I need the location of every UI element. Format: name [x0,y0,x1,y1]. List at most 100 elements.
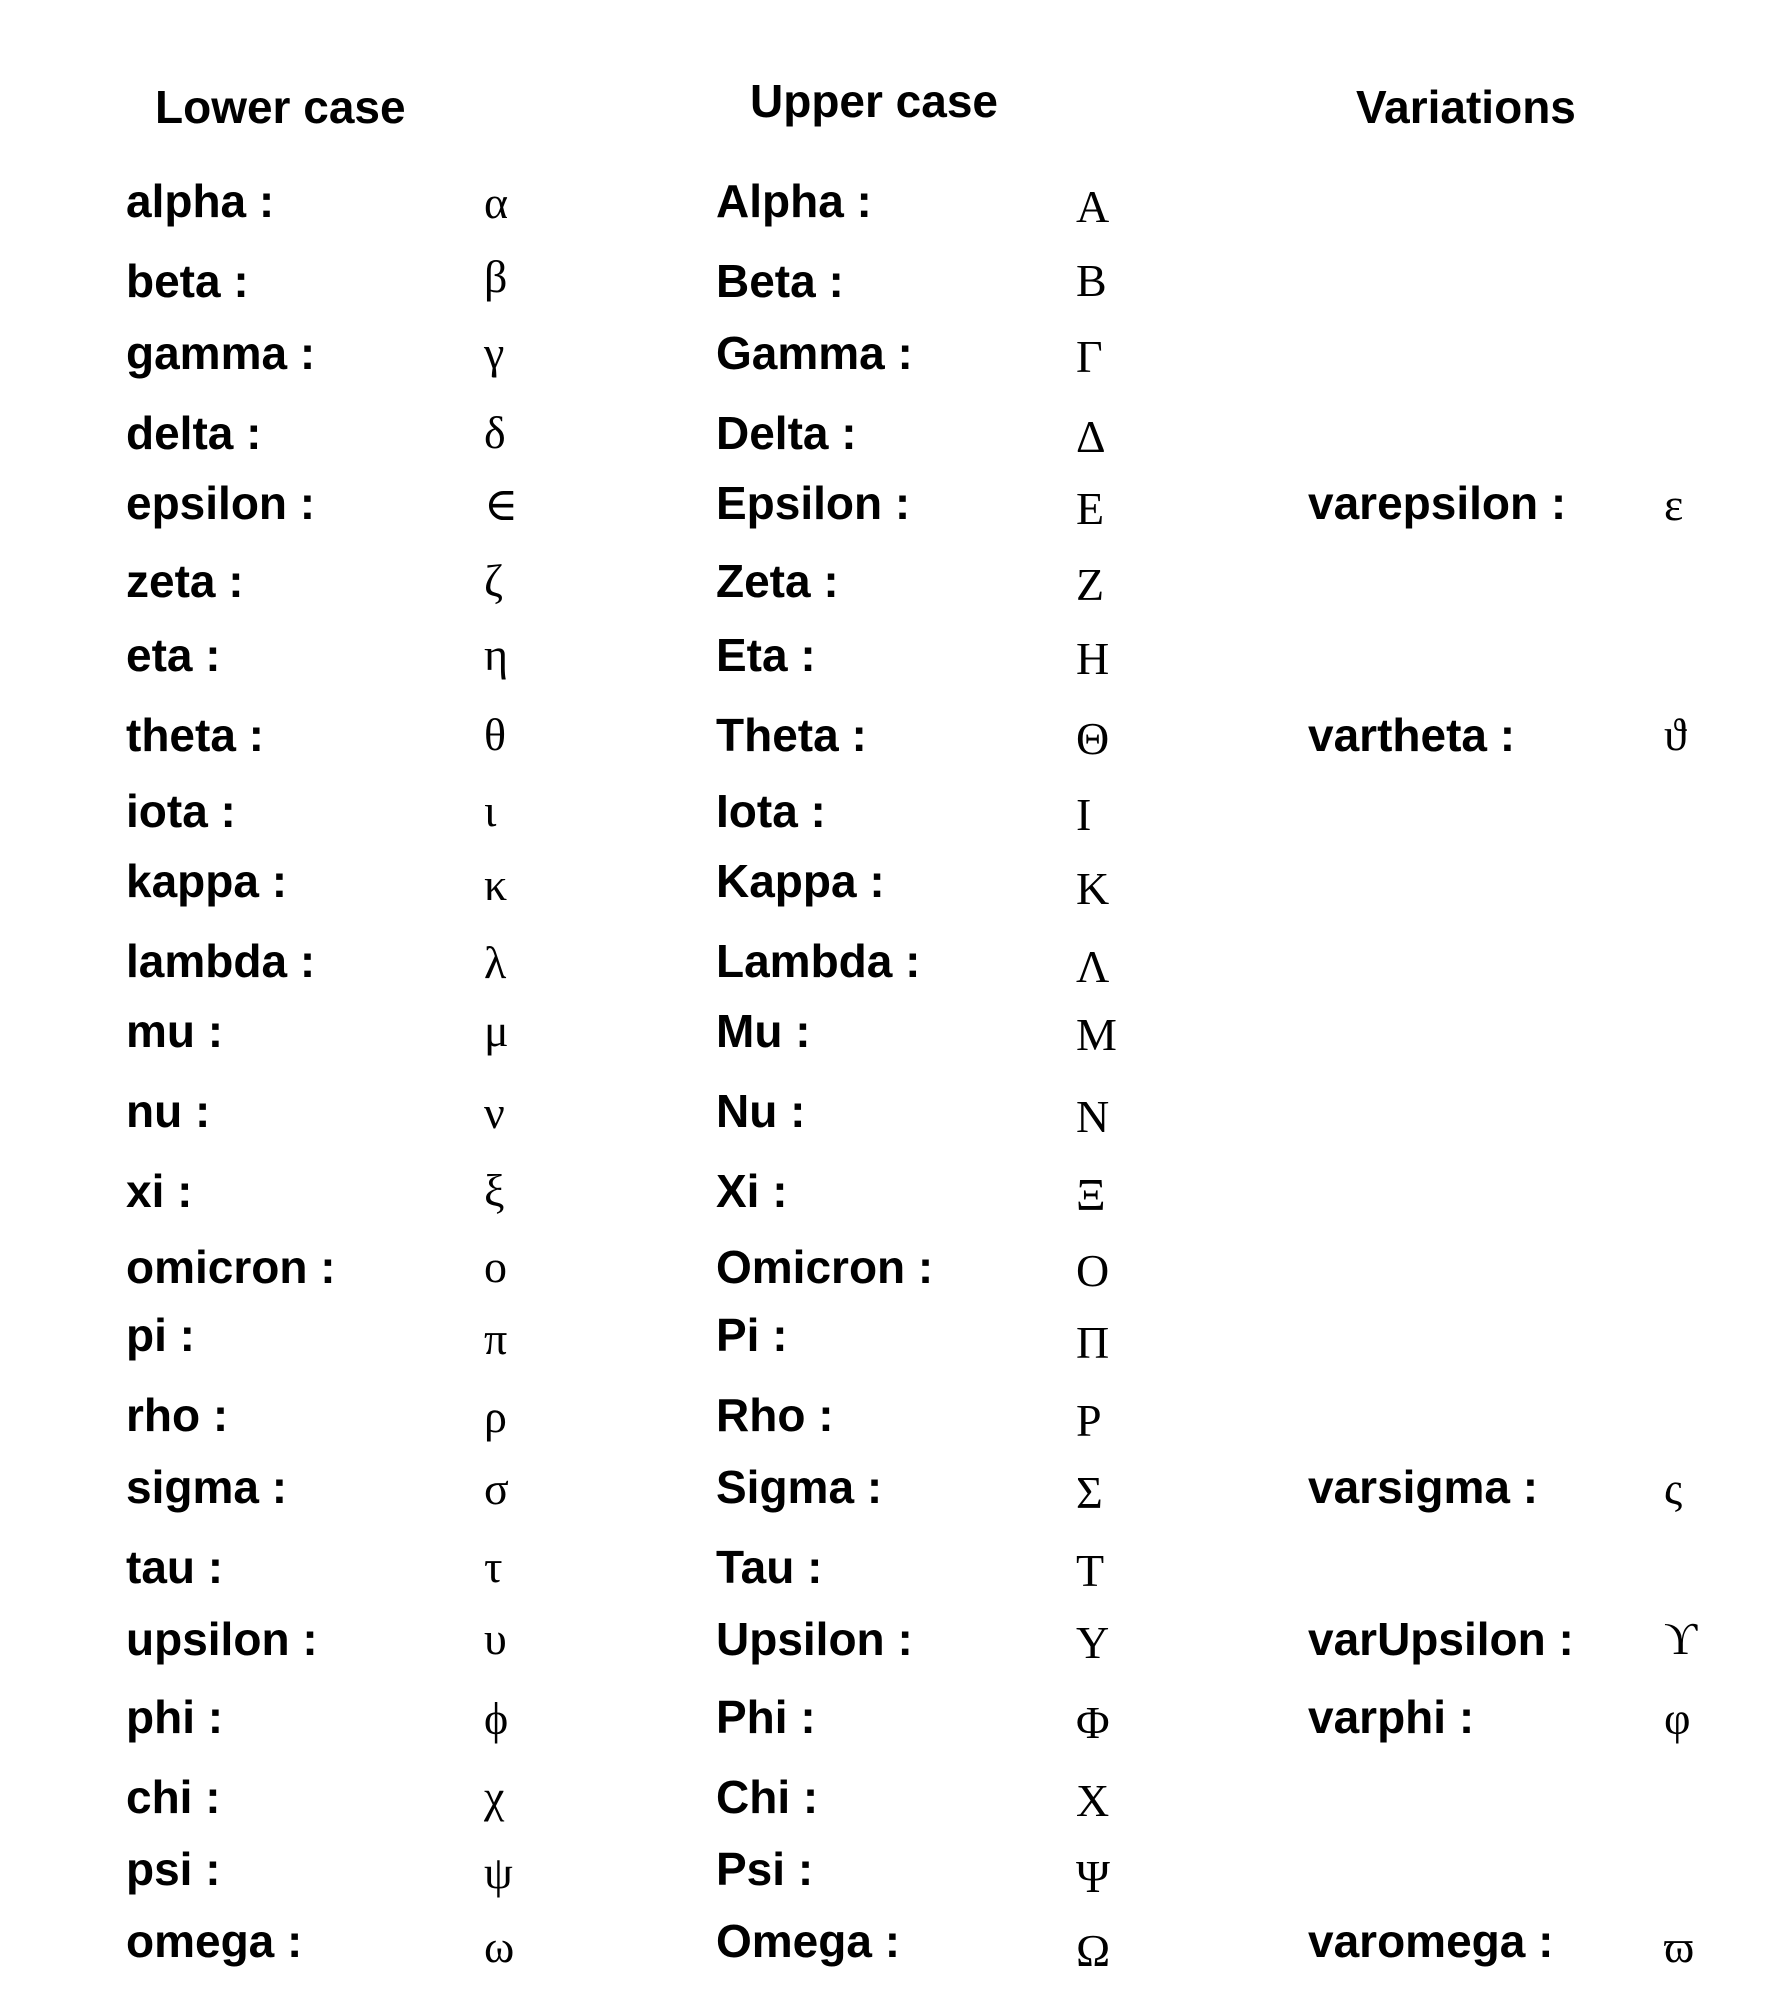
upper-case-symbol: Θ [1076,713,1110,764]
lower-case-symbol: π [484,1313,508,1364]
lower-case-symbol: θ [484,709,507,760]
lower-case-symbol: σ [484,1463,509,1514]
lower-case-symbol: η [484,629,509,680]
upper-case-symbol: Ι [1076,789,1092,840]
variation-symbol: ς [1664,1463,1683,1514]
lower-case-symbol: γ [484,327,505,378]
lower-case-symbol: κ [484,859,508,910]
variation-symbol: ϑ [1664,709,1687,760]
lower-case-symbol: ϕ [484,1693,509,1744]
lower-case-symbol: υ [484,1613,507,1664]
lower-case-label: alpha : [126,175,275,227]
upper-case-symbol: Ρ [1076,1395,1102,1446]
upper-case-label: Upsilon : [716,1613,913,1665]
lower-case-symbol: ο [484,1241,507,1292]
lower-case-label: epsilon : [126,477,316,529]
upper-case-symbol: Φ [1076,1697,1110,1748]
variation-symbol: ϖ [1664,1921,1695,1972]
lower-case-symbol: ζ [484,555,504,606]
lower-case-label: kappa : [126,855,288,907]
lower-case-label: zeta : [126,555,244,607]
upper-case-label: Alpha : [716,175,872,227]
upper-case-symbol: Ξ [1076,1169,1106,1220]
upper-case-symbol: Β [1076,255,1107,306]
lower-case-symbol: λ [484,937,507,988]
upper-case-symbol: Σ [1076,1467,1103,1518]
upper-case-label: Theta : [716,709,867,761]
variation-label: varepsilon : [1308,477,1567,529]
upper-case-label: Nu : [716,1085,806,1137]
lower-case-label: sigma : [126,1461,288,1513]
upper-case-label: Beta : [716,255,844,307]
lower-case-label: theta : [126,709,264,761]
lower-case-label: psi : [126,1843,221,1895]
lower-case-label: pi : [126,1309,195,1361]
upper-case-label: Omega : [716,1915,901,1967]
lower-case-label: chi : [126,1771,221,1823]
variation-label: varsigma : [1308,1461,1539,1513]
lower-case-label: tau : [126,1541,224,1593]
upper-case-label: Omicron : [716,1241,934,1293]
lower-case-label: beta : [126,255,249,307]
upper-case-symbol: Ε [1076,483,1105,534]
header-upper-case: Upper case [750,75,999,127]
upper-case-label: Delta : [716,407,857,459]
lower-case-label: omicron : [126,1241,336,1293]
upper-case-label: Zeta : [716,555,839,607]
lower-case-symbol: μ [484,1005,509,1056]
upper-case-label: Iota : [716,785,826,837]
upper-case-symbol: Μ [1076,1009,1117,1060]
lower-case-label: rho : [126,1389,229,1441]
lower-case-symbol: ψ [484,1847,513,1898]
variation-symbol: ε [1664,479,1684,530]
lower-case-symbol: ω [484,1921,515,1972]
lower-case-label: lambda : [126,935,316,987]
header-lower-case: Lower case [155,81,406,133]
upper-case-symbol: Ν [1076,1091,1110,1142]
lower-case-symbol: ξ [484,1165,505,1216]
lower-case-label: upsilon : [126,1613,318,1665]
lower-case-label: xi : [126,1165,193,1217]
upper-case-label: Xi : [716,1165,788,1217]
upper-case-symbol: Ο [1076,1245,1110,1296]
variation-label: varphi : [1308,1691,1475,1743]
variation-label: vartheta : [1308,709,1516,761]
upper-case-label: Kappa : [716,855,885,907]
upper-case-symbol: Α [1076,181,1110,232]
variation-symbol: φ [1664,1693,1691,1744]
variation-symbol: ϒ [1664,1613,1698,1664]
upper-case-label: Lambda : [716,935,921,987]
lower-case-label: eta : [126,629,221,681]
upper-case-label: Epsilon : [716,477,911,529]
lower-case-label: nu : [126,1085,211,1137]
lower-case-label: gamma : [126,327,316,379]
lower-case-symbol: ι [484,785,497,836]
upper-case-label: Chi : [716,1771,819,1823]
lower-case-symbol: δ [484,407,506,458]
lower-case-label: delta : [126,407,262,459]
upper-case-symbol: Η [1076,633,1110,684]
upper-case-label: Gamma : [716,327,913,379]
upper-case-symbol: Χ [1076,1775,1110,1826]
upper-case-symbol: Υ [1076,1617,1110,1668]
upper-case-symbol: Κ [1076,863,1110,914]
lower-case-symbol: ν [484,1087,505,1138]
upper-case-symbol: Δ [1076,411,1106,462]
upper-case-symbol: Τ [1076,1545,1105,1596]
upper-case-symbol: Π [1076,1317,1110,1368]
upper-case-label: Rho : [716,1389,834,1441]
lower-case-label: phi : [126,1691,224,1743]
upper-case-label: Mu : [716,1005,811,1057]
upper-case-label: Eta : [716,629,816,681]
upper-case-label: Pi : [716,1309,788,1361]
upper-case-symbol: Λ [1076,941,1110,992]
upper-case-label: Sigma : [716,1461,883,1513]
header-variations: Variations [1356,81,1576,133]
upper-case-label: Tau : [716,1541,823,1593]
variation-label: varUpsilon : [1308,1613,1574,1665]
lower-case-symbol: β [484,251,508,302]
lower-case-label: omega : [126,1915,303,1967]
lower-case-symbol: ρ [484,1391,507,1442]
upper-case-symbol: Ψ [1076,1851,1110,1902]
upper-case-label: Phi : [716,1691,816,1743]
